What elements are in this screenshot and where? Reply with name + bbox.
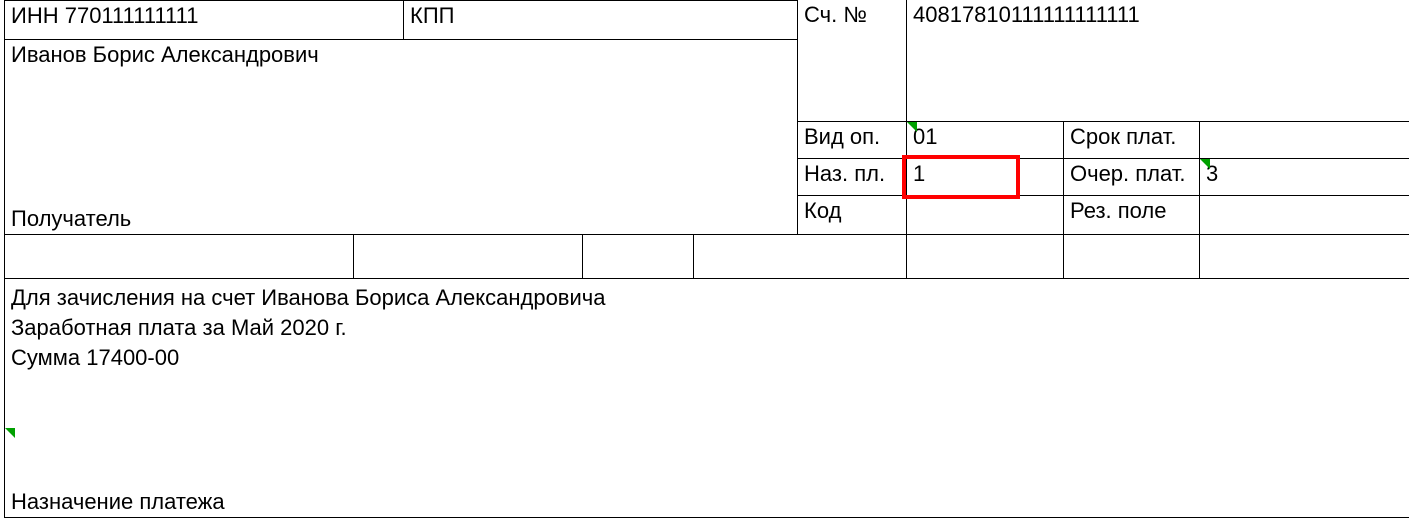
kod-label: Код [804,198,841,223]
budget-cell-3 [582,234,694,279]
ocher-plat-label: Очер. плат. [1070,161,1186,186]
rez-pole-value-cell [1199,195,1409,235]
srok-plat-label-cell: Срок плат. [1063,121,1200,159]
ocher-plat-value-cell: 3 [1199,158,1409,196]
vid-op-label-cell: Вид оп. [797,121,907,159]
kod-label-cell: Код [797,195,907,235]
naz-pl-label-cell: Наз. пл. [797,158,907,196]
ocher-plat-label-cell: Очер. плат. [1063,158,1200,196]
rez-pole-label: Рез. поле [1070,198,1167,223]
budget-cell-7 [1199,234,1409,279]
kpp-cell: КПП [403,0,798,40]
rez-pole-label-cell: Рез. поле [1063,195,1200,235]
vid-op-value: 01 [913,124,937,149]
inn-label: ИНН [11,3,59,28]
purpose-line1: Для зачисления на счет Иванова Бориса Ал… [11,285,605,311]
budget-cell-5 [906,234,1064,279]
account-label-cell: Сч. № [797,0,907,122]
srok-plat-label: Срок плат. [1070,124,1176,149]
inn-value: 770111111111 [65,3,199,28]
account-label: Сч. № [804,2,867,27]
vid-op-value-cell: 01 [906,121,1064,159]
budget-cell-6 [1063,234,1200,279]
inn-cell: ИНН 770111111111 [4,0,404,40]
srok-plat-value-cell [1199,121,1409,159]
naz-pl-value-cell: 1 [906,158,1064,196]
purpose-label: Назначение платежа [11,489,225,515]
budget-cell-2 [353,234,583,279]
payer-name-cell: Иванов Борис Александрович Получатель [4,39,798,235]
naz-pl-label: Наз. пл. [804,161,885,186]
kpp-label: КПП [410,3,454,28]
payer-role-label: Получатель [11,206,131,232]
kod-value-cell [906,195,1064,235]
payer-name: Иванов Борис Александрович [11,42,319,68]
purpose-line2: Заработная плата за Май 2020 г. [11,315,347,341]
account-value-cell: 40817810111111111111 [906,0,1409,122]
naz-pl-value: 1 [913,161,925,186]
budget-cell-1 [4,234,354,279]
budget-cell-4 [693,234,907,279]
account-value: 40817810111111111111 [913,2,1140,27]
ocher-plat-value: 3 [1206,161,1218,186]
purpose-cell: Для зачисления на счет Иванова Бориса Ал… [4,278,1409,518]
vid-op-label: Вид оп. [804,124,880,149]
purpose-line3: Сумма 17400-00 [11,345,179,371]
